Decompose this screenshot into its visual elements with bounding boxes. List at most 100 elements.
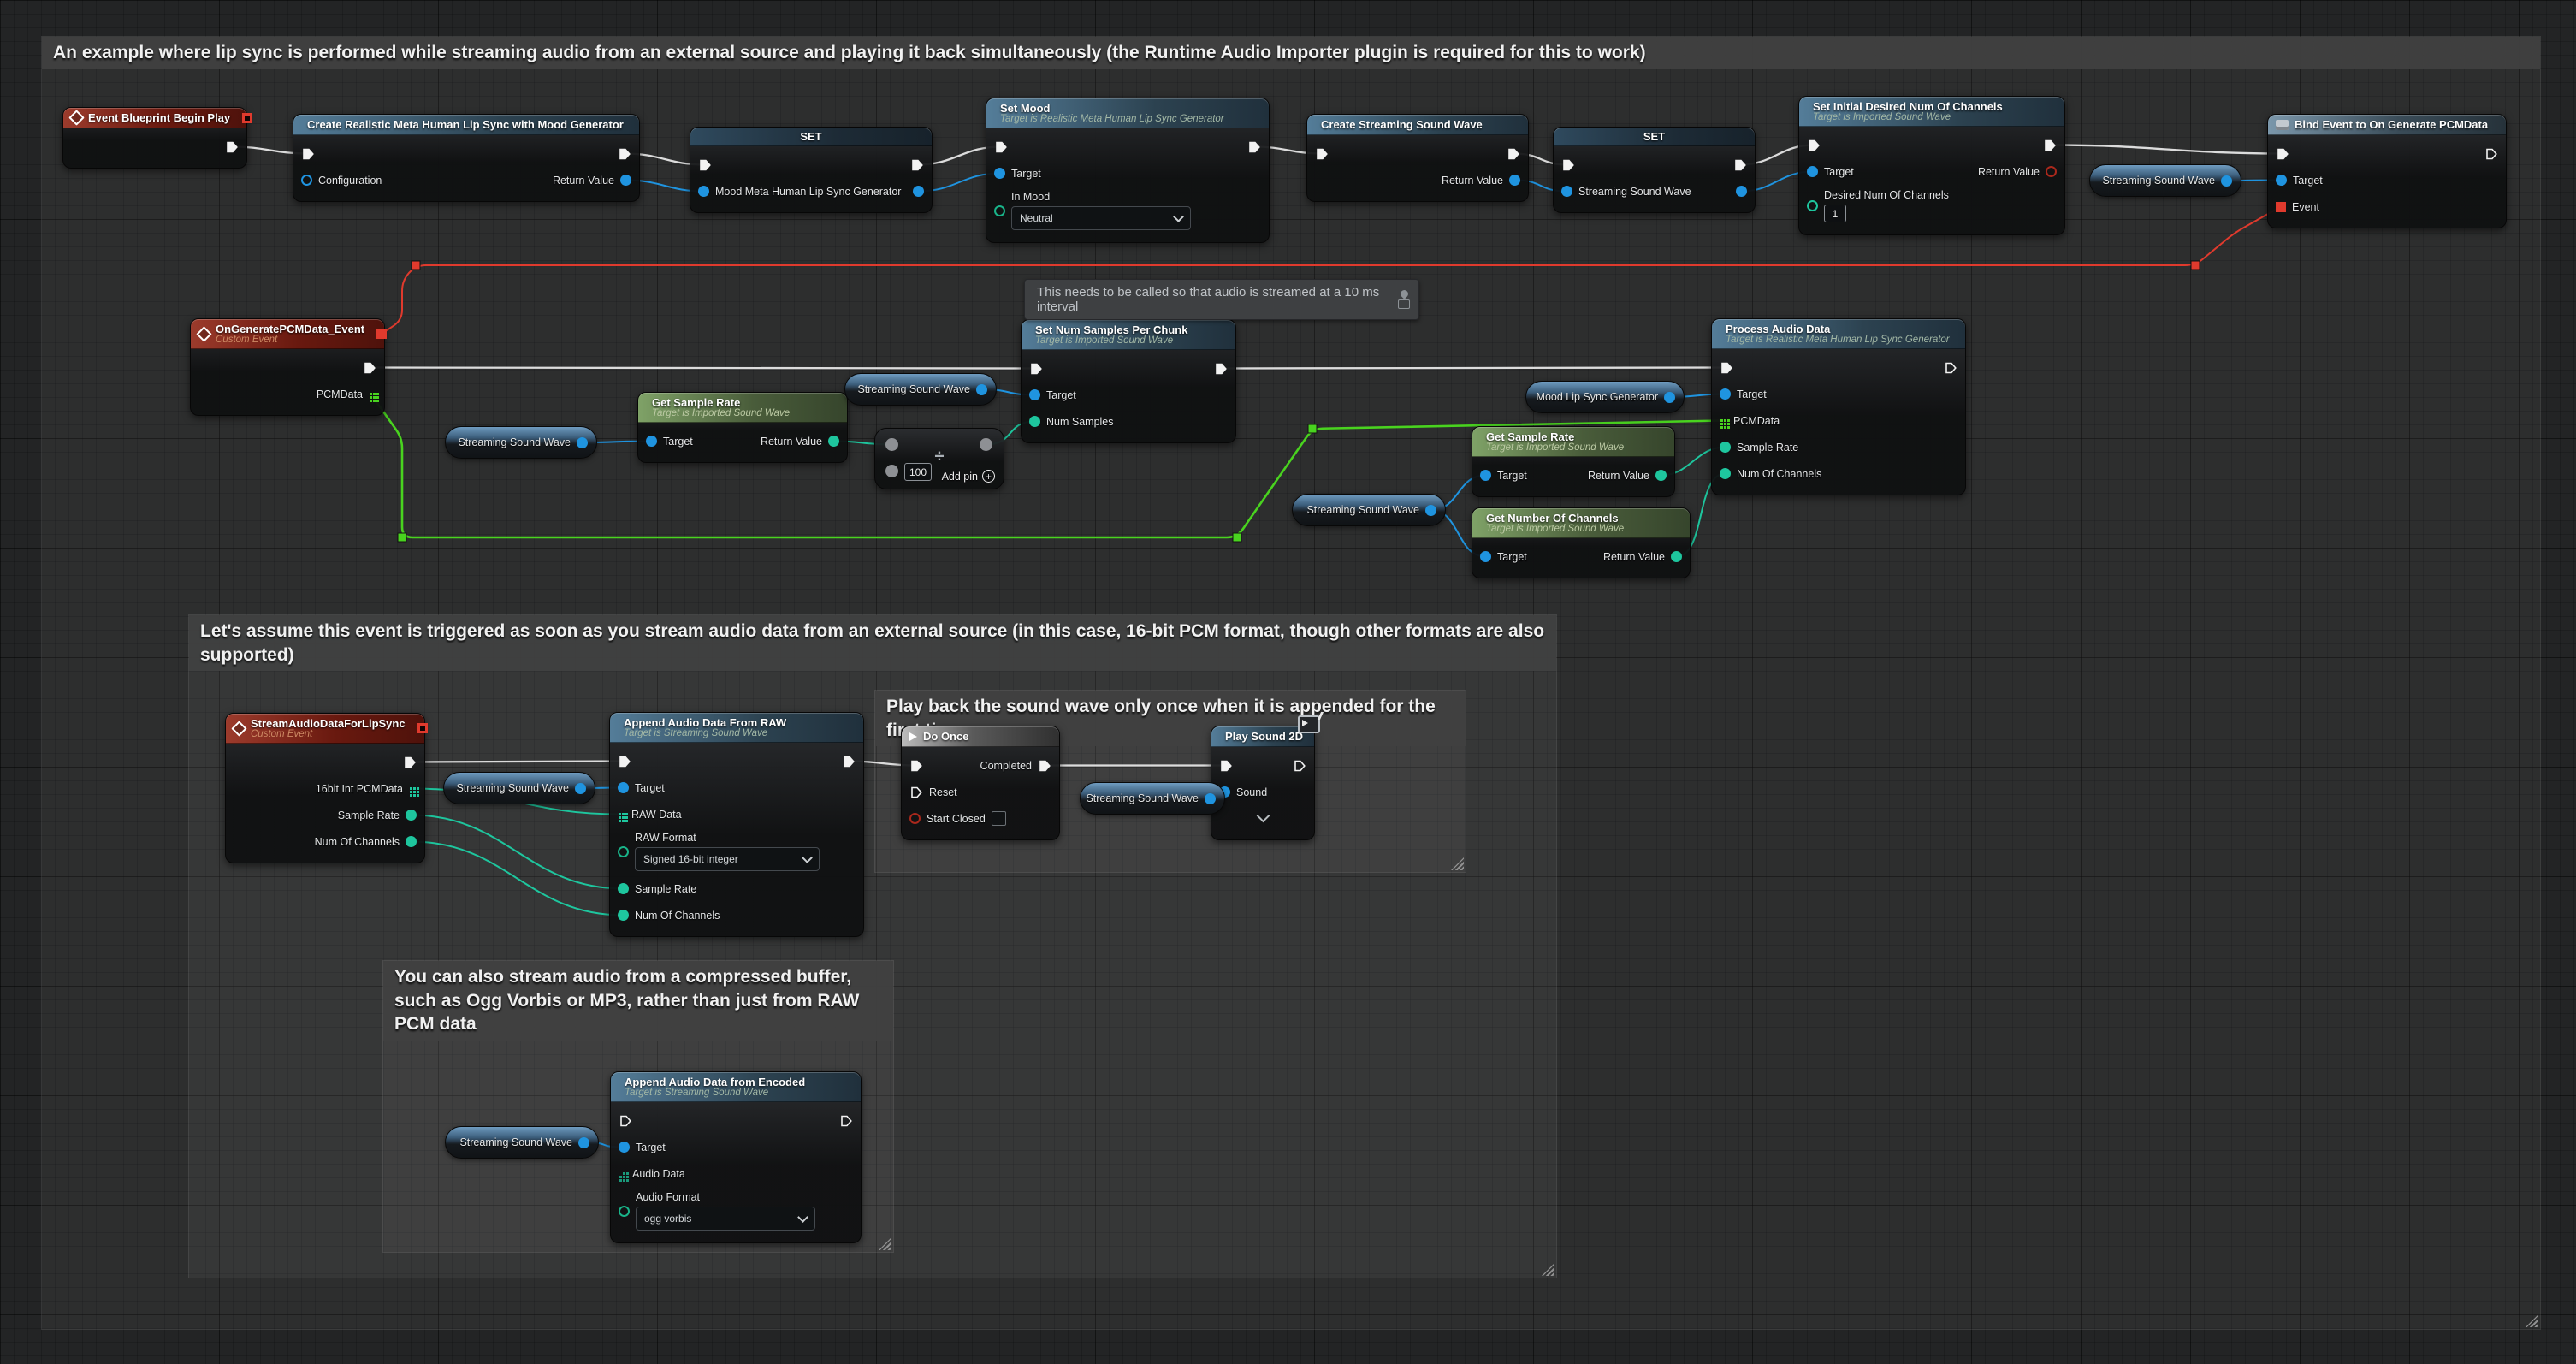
pin-pcm[interactable]	[1720, 419, 1723, 422]
pin-out[interactable]	[1507, 147, 1520, 161]
delegate-pin[interactable]	[376, 329, 387, 339]
node-get-sample-rate-left[interactable]: Get Sample RateTarget is Imported Sound …	[637, 392, 848, 463]
pin-out[interactable]	[618, 147, 631, 161]
node-header[interactable]: Set Initial Desired Num Of ChannelsTarge…	[1799, 97, 2064, 127]
pin-target[interactable]	[1480, 551, 1491, 562]
pin-out[interactable]	[980, 438, 992, 451]
delegate-pin[interactable]	[417, 723, 428, 733]
node-header[interactable]: OnGeneratePCMData_EventCustom Event	[191, 319, 384, 349]
pin-ch[interactable]	[1720, 468, 1731, 479]
pin-raw[interactable]	[619, 813, 621, 815]
pin-var[interactable]	[698, 186, 709, 197]
pill-streaming-sound-wave-getter[interactable]: Streaming Sound Wave	[445, 1126, 599, 1159]
number-input[interactable]: 100	[904, 463, 932, 481]
node-header[interactable]: SET	[1554, 128, 1755, 146]
pin-in[interactable]	[619, 1114, 632, 1128]
node-header[interactable]: Get Sample RateTarget is Imported Sound …	[638, 393, 847, 423]
pin-rv[interactable]	[620, 175, 631, 186]
comment-title-c3[interactable]: You can also stream audio from a compres…	[383, 961, 893, 1041]
pin-target[interactable]	[1720, 388, 1731, 400]
pin-in[interactable]	[1315, 147, 1329, 161]
node-play-sound-2d[interactable]: Play Sound 2DSound	[1211, 726, 1315, 840]
node-do-once[interactable]: Do OnceCompletedResetStart Closed	[901, 726, 1060, 840]
node-create-realistic-metahuman-lipsync[interactable]: Create Realistic Meta Human Lip Sync wit…	[293, 114, 640, 202]
node-header[interactable]: StreamAudioDataForLipSyncCustom Event	[226, 714, 424, 744]
pin-in[interactable]	[1720, 361, 1733, 375]
pin-outx[interactable]	[1944, 361, 1957, 375]
pin-target[interactable]	[994, 168, 1005, 179]
node-header[interactable]: Set MoodTarget is Realistic Meta Human L…	[986, 98, 1269, 128]
pill-streaming-sound-wave-getter[interactable]: Streaming Sound Wave	[1080, 782, 1225, 815]
pin-out[interactable]	[1664, 392, 1675, 403]
comment-title-c2[interactable]: Let's assume this event is triggered as …	[189, 615, 1556, 671]
pin-rv[interactable]	[1509, 175, 1520, 186]
pin-in[interactable]	[301, 147, 315, 161]
pin-pcm[interactable]	[410, 787, 412, 790]
expand-chevron-icon[interactable]	[1256, 810, 1270, 823]
dropdown-in-mood[interactable]: Neutral	[1011, 206, 1191, 230]
pin-a[interactable]	[885, 438, 898, 451]
node-header[interactable]: Get Sample RateTarget is Imported Sound …	[1472, 427, 1674, 457]
pin-target[interactable]	[618, 782, 629, 793]
pin-return-value[interactable]	[2046, 166, 2057, 177]
pin-varout[interactable]	[1736, 186, 1747, 197]
pin-mood[interactable]	[994, 205, 1005, 216]
pill-streaming-sound-wave-getter[interactable]: Streaming Sound Wave	[445, 426, 597, 459]
node-set-streaming-sound-wave-variable[interactable]: SETStreaming Sound Wave	[1553, 127, 1756, 213]
node-divide-node[interactable]: 100÷Add pin+	[874, 428, 1004, 489]
node-get-number-of-channels[interactable]: Get Number Of ChannelsTarget is Imported…	[1472, 507, 1691, 578]
audio-preview-icon[interactable]	[1298, 715, 1320, 733]
pin-target[interactable]	[1480, 470, 1491, 481]
pin-out[interactable]	[1214, 362, 1228, 376]
pin-in[interactable]	[698, 158, 712, 172]
blueprint-graph-canvas[interactable]: An example where lip sync is performed w…	[0, 0, 2576, 1364]
node-header[interactable]: Bind Event to On Generate PCMData	[2268, 115, 2506, 135]
pin-rate[interactable]	[1720, 442, 1731, 453]
node-header[interactable]: Set Num Samples Per ChunkTarget is Impor…	[1022, 320, 1235, 350]
comment-title-c1[interactable]: An example where lip sync is performed w…	[42, 37, 2540, 69]
pin-in[interactable]	[618, 755, 631, 768]
node-header[interactable]: SET	[690, 128, 932, 146]
node-event-blueprint-begin-play[interactable]: Event Blueprint Begin Play	[62, 107, 247, 169]
node-on-generate-pcmdata-event[interactable]: OnGeneratePCMData_EventCustom EventPCMDa…	[190, 318, 385, 416]
pin-b[interactable]	[885, 465, 898, 477]
node-header[interactable]: Get Number Of ChannelsTarget is Imported…	[1472, 508, 1690, 538]
pin-rate[interactable]	[618, 883, 629, 894]
pin-rv[interactable]	[1671, 551, 1682, 562]
pin-out[interactable]	[910, 158, 924, 172]
pin-out[interactable]	[577, 437, 588, 448]
pin-in[interactable]	[1219, 759, 1233, 773]
node-header[interactable]: Create Realistic Meta Human Lip Sync wit…	[293, 115, 639, 135]
comment-resize-handle[interactable]	[1451, 857, 1464, 870]
node-header[interactable]: Append Audio Data from EncodedTarget is …	[611, 1072, 861, 1102]
pin-configuration[interactable]	[301, 175, 312, 186]
node-header[interactable]: Process Audio DataTarget is Realistic Me…	[1712, 319, 1965, 349]
pin-ch[interactable]	[618, 910, 629, 921]
pill-streaming-sound-wave-getter[interactable]: Streaming Sound Wave	[844, 373, 997, 406]
pin-start-closed[interactable]	[909, 813, 921, 824]
dropdown-audio-format[interactable]: ogg vorbis	[636, 1207, 815, 1231]
pin-out[interactable]	[575, 783, 586, 794]
pin-audio[interactable]	[619, 1172, 622, 1175]
pill-streaming-sound-wave-getter[interactable]: Streaming Sound Wave	[1292, 494, 1446, 526]
node-set-num-samples-per-chunk[interactable]: Set Num Samples Per ChunkTarget is Impor…	[1021, 319, 1236, 443]
node-set-mood-generator-variable[interactable]: SETMood Meta Human Lip Sync Generator	[690, 127, 933, 213]
pin-out[interactable]	[578, 1137, 589, 1148]
node-append-audio-data-from-encoded[interactable]: Append Audio Data from EncodedTarget is …	[610, 1071, 862, 1243]
pin-fmt[interactable]	[618, 846, 629, 857]
pin-out[interactable]	[976, 384, 987, 395]
pin-out[interactable]	[1205, 793, 1216, 804]
dropdown-raw-format[interactable]: Signed 16-bit integer	[635, 847, 820, 871]
number-input[interactable]: 1	[1824, 205, 1846, 222]
node-bind-event-to-on-generate-pcmdata[interactable]: Bind Event to On Generate PCMDataTargetE…	[2267, 114, 2507, 228]
pin-out[interactable]	[2043, 139, 2057, 152]
node-header[interactable]: Do Once	[902, 726, 1059, 747]
pin-out[interactable]	[842, 755, 856, 768]
comment-resize-handle[interactable]	[879, 1237, 891, 1250]
pin-reset[interactable]	[909, 786, 923, 799]
pin-out[interactable]	[1247, 140, 1261, 154]
node-header[interactable]: Event Blueprint Begin Play	[63, 108, 246, 128]
node-header[interactable]: Create Streaming Sound Wave	[1307, 115, 1528, 135]
pin-varout[interactable]	[913, 186, 924, 197]
pin-in[interactable]	[2276, 147, 2289, 161]
